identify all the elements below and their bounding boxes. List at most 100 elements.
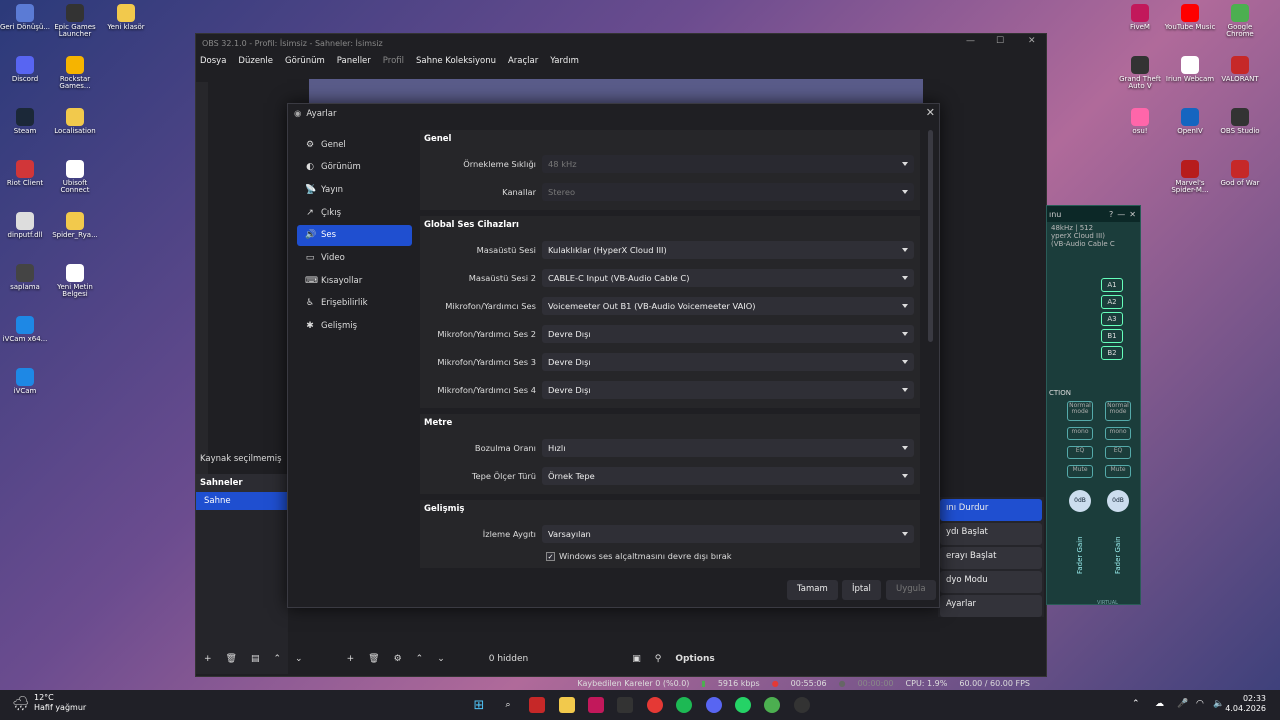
link-icon[interactable]: ⚲ bbox=[655, 654, 662, 664]
desktop-icon[interactable]: Ubisoft Connect bbox=[48, 160, 102, 195]
apply-button[interactable]: Uygula bbox=[886, 580, 936, 600]
bus-button[interactable]: B2 bbox=[1101, 346, 1123, 360]
bus-button[interactable]: A3 bbox=[1101, 312, 1123, 326]
bus-button[interactable]: B1 bbox=[1101, 329, 1123, 343]
gear-icon[interactable]: ⚙ bbox=[394, 654, 402, 664]
trash-source-icon[interactable]: 🗑 bbox=[368, 654, 379, 664]
desktop-icon[interactable]: Steam bbox=[0, 108, 52, 135]
bus-button[interactable]: A2 bbox=[1101, 295, 1123, 309]
device-select[interactable]: Voicemeeter Out B1 (VB-Audio Voicemeeter… bbox=[542, 297, 914, 315]
strip-button[interactable]: Normal mode bbox=[1105, 401, 1131, 421]
desktop-icon[interactable]: Rockstar Games... bbox=[48, 56, 102, 91]
monitor-select[interactable]: Varsayılan bbox=[542, 525, 914, 543]
fivem-icon[interactable] bbox=[588, 697, 604, 713]
nav-item-görünüm[interactable]: ◐ Görünüm bbox=[297, 157, 412, 178]
control-button[interactable]: Ayarlar bbox=[940, 595, 1042, 617]
desktop-icon[interactable]: osu! bbox=[1113, 108, 1167, 135]
strip-button[interactable]: mono bbox=[1105, 427, 1131, 440]
mixer-minimize-icon[interactable]: — bbox=[1117, 210, 1125, 219]
desktop-icon[interactable]: Riot Client bbox=[0, 160, 52, 187]
desktop-icon[interactable]: Google Chrome bbox=[1213, 4, 1267, 39]
clock[interactable]: 02:33 4.04.2026 bbox=[1225, 694, 1266, 715]
youtube-music-icon[interactable] bbox=[647, 697, 663, 713]
up-source-icon[interactable]: ⌃ bbox=[416, 654, 424, 664]
desktop-icon[interactable]: Spider_Rya... bbox=[48, 212, 102, 239]
control-button[interactable]: dyo Modu bbox=[940, 571, 1042, 593]
desktop-icon[interactable]: Epic Games Launcher bbox=[48, 4, 102, 39]
volume-icon[interactable]: 🔈 bbox=[1213, 699, 1224, 709]
windows-start-icon[interactable]: ⊞ bbox=[471, 697, 487, 713]
close-icon[interactable]: ✕ bbox=[926, 106, 935, 119]
menu-item[interactable]: Araçlar bbox=[508, 56, 538, 66]
peak-select[interactable]: Örnek Tepe bbox=[542, 467, 914, 485]
decay-select[interactable]: Hızlı bbox=[542, 439, 914, 457]
nav-item-kısayollar[interactable]: ⌨ Kısayollar bbox=[297, 270, 412, 291]
whatsapp-icon[interactable] bbox=[735, 697, 751, 713]
device-select[interactable]: CABLE-C Input (VB-Audio Cable C) bbox=[542, 269, 914, 287]
device-select[interactable]: Kulaklıklar (HyperX Cloud III) bbox=[542, 241, 914, 259]
wifi-icon[interactable]: ◠ bbox=[1196, 699, 1204, 709]
desktop-icon[interactable]: God of War bbox=[1213, 160, 1267, 187]
device-select[interactable]: Devre Dışı bbox=[542, 325, 914, 343]
menu-item[interactable]: Sahne Koleksiyonu bbox=[416, 56, 496, 66]
desktop-icon[interactable]: Yeni klasör bbox=[99, 4, 153, 31]
desktop-icon[interactable]: iVCam x64... bbox=[0, 316, 52, 343]
down-source-icon[interactable]: ⌄ bbox=[437, 654, 445, 664]
gain-knob[interactable]: 0dB bbox=[1107, 490, 1129, 512]
desktop-icon[interactable]: saplama bbox=[0, 264, 52, 291]
strip-button[interactable]: Normal mode bbox=[1067, 401, 1093, 421]
menu-item[interactable]: Dosya bbox=[200, 56, 226, 66]
spotify-icon[interactable] bbox=[676, 697, 692, 713]
menu-item[interactable]: Düzenle bbox=[238, 56, 273, 66]
nav-item-çıkış[interactable]: ↗ Çıkış bbox=[297, 202, 412, 223]
gain-knob[interactable]: 0dB bbox=[1069, 490, 1091, 512]
scene-item[interactable]: Sahne bbox=[196, 492, 288, 510]
menu-item[interactable]: Yardım bbox=[550, 56, 579, 66]
control-button[interactable]: erayı Başlat bbox=[940, 547, 1042, 569]
desktop-icon[interactable]: Grand Theft Auto V bbox=[1113, 56, 1167, 91]
trash-icon[interactable]: 🗑 bbox=[226, 654, 237, 664]
options-button[interactable]: Options bbox=[675, 654, 714, 664]
add-source-icon[interactable]: + bbox=[347, 654, 355, 664]
cancel-button[interactable]: İptal bbox=[842, 580, 881, 600]
channels-select[interactable]: Stereo bbox=[542, 183, 914, 201]
discord-icon[interactable] bbox=[706, 697, 722, 713]
device-select[interactable]: Devre Dışı bbox=[542, 381, 914, 399]
mixer-close-icon[interactable]: ✕ bbox=[1129, 210, 1140, 219]
nav-item-video[interactable]: ▭ Video bbox=[297, 247, 412, 268]
layout-icon[interactable]: ▣ bbox=[632, 654, 641, 664]
nav-item-erişebilirlik[interactable]: ♿ Erişebilirlik bbox=[297, 293, 412, 314]
strip-button[interactable]: mono bbox=[1067, 427, 1093, 440]
desktop-icon[interactable]: Iriun Webcam bbox=[1163, 56, 1217, 83]
strip-button[interactable]: EQ bbox=[1067, 446, 1093, 459]
tray-chevron-icon[interactable]: ⌃ bbox=[1132, 699, 1140, 709]
cloud-icon[interactable]: ☁ bbox=[1155, 699, 1164, 709]
desktop-icon[interactable]: OpenIV bbox=[1163, 108, 1217, 135]
desktop-icon[interactable]: Geri Dönüşü... bbox=[0, 4, 52, 31]
menu-item[interactable]: Görünüm bbox=[285, 56, 325, 66]
desktop-icon[interactable]: iVCam bbox=[0, 368, 52, 395]
ducking-checkbox[interactable]: ✓ Windows ses alçaltmasını devre dışı bı… bbox=[546, 548, 920, 564]
desktop-icon[interactable]: VALORANT bbox=[1213, 56, 1267, 83]
add-icon[interactable]: + bbox=[204, 654, 212, 664]
maximize-icon[interactable]: ☐ bbox=[996, 36, 1004, 46]
close-icon[interactable]: ✕ bbox=[1028, 36, 1036, 46]
device-select[interactable]: Devre Dışı bbox=[542, 353, 914, 371]
desktop-icon[interactable]: Yeni Metin Belgesi bbox=[48, 264, 102, 299]
epic-icon[interactable] bbox=[617, 697, 633, 713]
minimize-icon[interactable]: — bbox=[966, 36, 975, 46]
desktop-icon[interactable]: dinputf.dll bbox=[0, 212, 52, 239]
nav-item-yayın[interactable]: 📡 Yayın bbox=[297, 179, 412, 200]
control-button[interactable]: ını Durdur bbox=[940, 499, 1042, 521]
down-icon[interactable]: ⌄ bbox=[295, 654, 303, 664]
bus-button[interactable]: A1 bbox=[1101, 278, 1123, 292]
mic-icon[interactable]: 🎤 bbox=[1177, 699, 1188, 709]
desktop-icon[interactable]: OBS Studio bbox=[1213, 108, 1267, 135]
strip-button[interactable]: Mute bbox=[1067, 465, 1093, 478]
help-icon[interactable]: ? bbox=[1109, 210, 1113, 219]
desktop-icon[interactable]: FiveM bbox=[1113, 4, 1167, 31]
filter-icon[interactable]: ▤ bbox=[251, 654, 260, 664]
desktop-icon[interactable]: Localisation bbox=[48, 108, 102, 135]
sample-rate-select[interactable]: 48 kHz bbox=[542, 155, 914, 173]
desktop-icon[interactable]: YouTube Music bbox=[1163, 4, 1217, 31]
